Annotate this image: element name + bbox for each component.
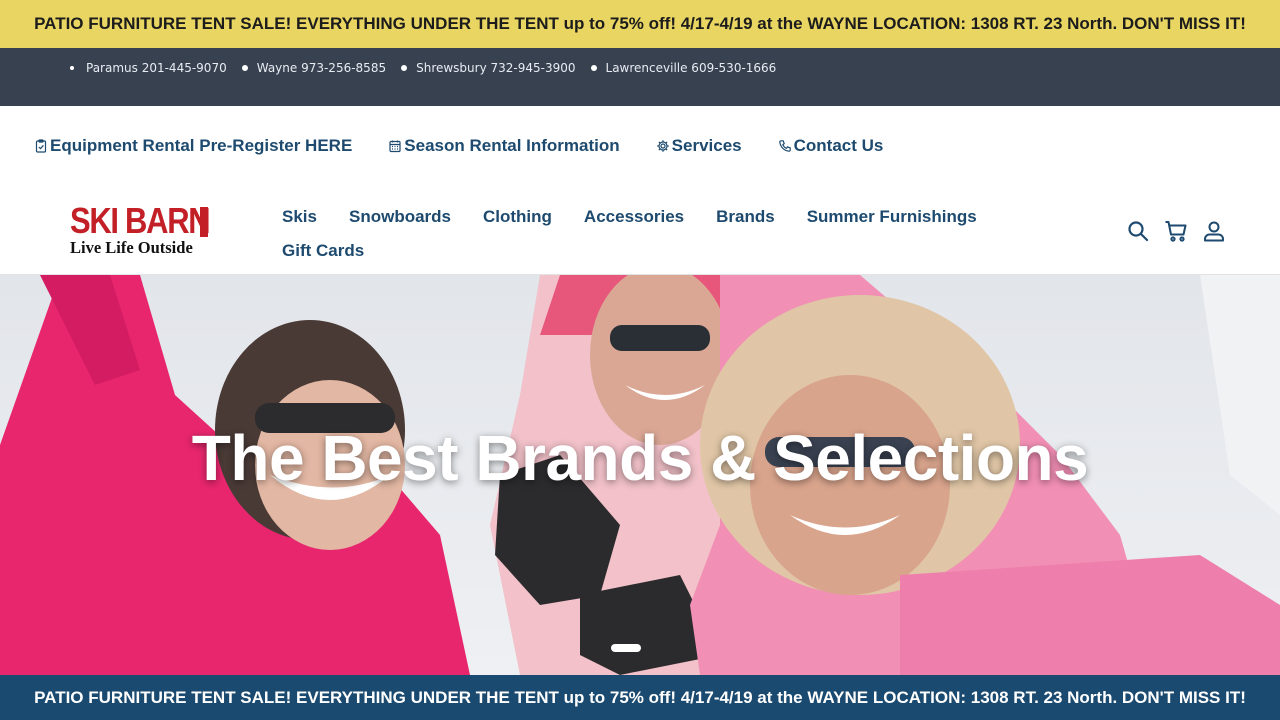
cart-icon[interactable]	[1164, 219, 1188, 243]
nav-summer-furnishings[interactable]: Summer Furnishings	[807, 207, 977, 227]
location-item-shrewsbury[interactable]: Shrewsbury 732-945-3900	[401, 61, 576, 75]
utility-nav: Equipment Rental Pre-Register HERE Seaso…	[0, 106, 1280, 190]
contact-us-link[interactable]: Contact Us	[778, 136, 884, 156]
search-icon[interactable]	[1126, 219, 1150, 243]
logo-since-badge	[200, 207, 208, 237]
equipment-rental-link[interactable]: Equipment Rental Pre-Register HERE	[34, 136, 352, 156]
phone-icon	[778, 140, 791, 152]
calendar-icon	[389, 140, 401, 153]
slider-dot-active[interactable]	[611, 644, 641, 652]
ski-barn-logo[interactable]: SKI BARN Live Life Outside	[70, 200, 211, 258]
logo-brand-text: SKI BARN	[70, 200, 211, 241]
location-label: Shrewsbury 732-945-3900	[416, 61, 576, 75]
nav-snowboards[interactable]: Snowboards	[349, 207, 451, 227]
services-label: Services	[671, 136, 742, 155]
location-item-paramus[interactable]: Paramus 201-445-9070	[70, 61, 227, 75]
promo-banner-text: PATIO FURNITURE TENT SALE! EVERYTHING UN…	[34, 14, 1246, 33]
location-label: Lawrenceville 609-530-1666	[605, 61, 777, 75]
nav-skis[interactable]: Skis	[282, 207, 317, 227]
bullet-icon	[401, 65, 408, 71]
contact-us-label: Contact Us	[793, 136, 884, 155]
bullet-icon	[241, 65, 248, 71]
nav-brands[interactable]: Brands	[716, 207, 775, 227]
nav-gift-cards[interactable]: Gift Cards	[282, 241, 364, 261]
promo-banner-top[interactable]: PATIO FURNITURE TENT SALE! EVERYTHING UN…	[0, 0, 1280, 48]
gear-icon	[656, 140, 669, 152]
store-locations-list: Paramus 201-445-9070 Wayne 973-256-8585 …	[70, 60, 791, 76]
logo-tagline: Live Life Outside	[70, 238, 193, 257]
clipboard-check-icon	[35, 139, 47, 153]
promo-banner-text: PATIO FURNITURE TENT SALE! EVERYTHING UN…	[34, 687, 1246, 707]
store-locations-bar: Paramus 201-445-9070 Wayne 973-256-8585 …	[0, 48, 1280, 106]
promo-banner-bottom[interactable]: PATIO FURNITURE TENT SALE! EVERYTHING UN…	[0, 675, 1280, 720]
header-icons	[1126, 219, 1226, 243]
services-link[interactable]: Services	[656, 136, 742, 156]
primary-nav: Skis Snowboards Clothing Accessories Bra…	[282, 200, 1042, 268]
bullet-icon	[590, 65, 597, 71]
season-rental-link[interactable]: Season Rental Information	[388, 136, 620, 156]
location-item-lawrenceville[interactable]: Lawrenceville 609-530-1666	[590, 61, 777, 75]
main-header: SKI BARN Live Life Outside Skis Snowboar…	[0, 190, 1280, 275]
season-rental-label: Season Rental Information	[404, 136, 620, 155]
location-item-wayne[interactable]: Wayne 973-256-8585	[241, 61, 387, 75]
bullet-icon	[70, 66, 74, 70]
nav-clothing[interactable]: Clothing	[483, 207, 552, 227]
location-label: Wayne 973-256-8585	[256, 61, 387, 75]
nav-accessories[interactable]: Accessories	[584, 207, 684, 227]
hero-slider[interactable]: The Best Brands & Selections	[0, 275, 1280, 675]
account-icon[interactable]	[1202, 219, 1226, 243]
location-label: Paramus 201-445-9070	[86, 61, 227, 75]
hero-title: The Best Brands & Selections	[191, 422, 1089, 494]
equipment-rental-label: Equipment Rental Pre-Register HERE	[50, 136, 353, 155]
